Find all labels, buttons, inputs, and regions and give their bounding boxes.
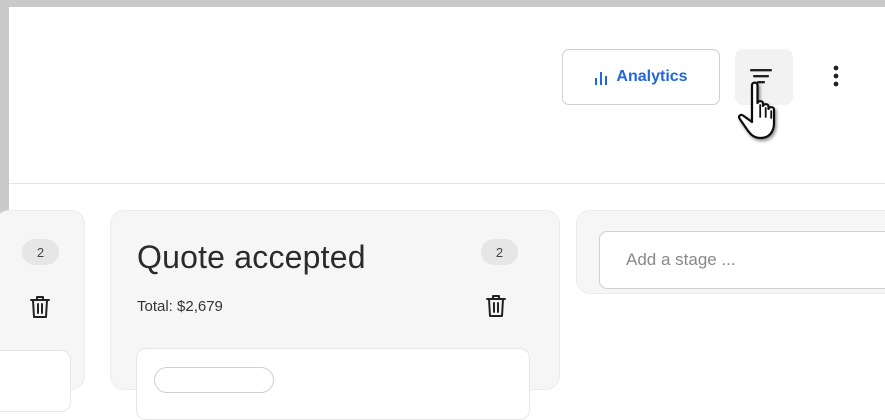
stage-count-badge: 2 [481, 239, 518, 265]
more-options-button[interactable] [821, 59, 851, 99]
pipeline-board: 2 Quote accepted 2 Total: $2,679 [0, 184, 885, 420]
stage-total: Total: $2,679 [137, 298, 223, 315]
analytics-button[interactable]: Analytics [562, 49, 720, 105]
stage-column-previous: 2 [0, 210, 85, 412]
deal-tag-pill [154, 367, 274, 393]
filter-button[interactable] [735, 49, 793, 105]
more-vertical-icon [833, 65, 839, 87]
deal-card[interactable] [136, 348, 530, 420]
filter-icon [750, 69, 772, 84]
stage-count-badge: 2 [22, 239, 59, 265]
trash-icon[interactable] [485, 293, 507, 319]
stage-title: Quote accepted [137, 239, 366, 275]
add-stage-input[interactable] [599, 231, 885, 289]
bar-chart-icon [595, 72, 608, 85]
stage-column-quote-accepted: Quote accepted 2 Total: $2,679 [110, 210, 560, 420]
analytics-button-label: Analytics [616, 68, 688, 85]
deal-card[interactable] [0, 350, 71, 412]
trash-icon[interactable] [29, 294, 51, 320]
add-stage-column [576, 210, 885, 294]
window-frame-top [0, 0, 885, 7]
page-header: Analytics [9, 7, 885, 183]
